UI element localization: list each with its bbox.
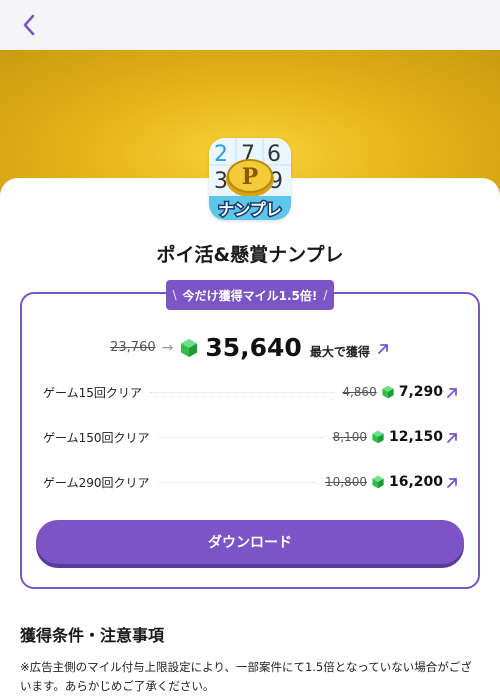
total-reward-row: 23,760 → 35,640 最大で獲得 bbox=[0, 333, 500, 362]
promo-tag-left: \ bbox=[172, 288, 177, 302]
tier-new-value: 12,150 bbox=[388, 429, 443, 445]
svg-text:3: 3 bbox=[214, 169, 228, 194]
arrow-up-right-icon[interactable] bbox=[445, 431, 459, 445]
app-title: ポイ活&懸賞ナンプレ bbox=[156, 244, 344, 266]
promo-tag-text: 今だけ獲得マイル1.5倍! bbox=[182, 288, 318, 303]
new-total-value: 35,640 bbox=[205, 333, 302, 362]
tier-row: ゲーム290回クリア 10,800 16,200 bbox=[43, 470, 459, 494]
tier-label: ゲーム15回クリア bbox=[43, 385, 142, 400]
svg-text:2: 2 bbox=[214, 142, 228, 167]
tier-new-value: 16,200 bbox=[388, 474, 443, 490]
green-gem-icon bbox=[179, 338, 199, 358]
tier-old-value: 4,860 bbox=[342, 385, 377, 399]
arrow-up-right-icon[interactable] bbox=[376, 342, 390, 356]
green-gem-icon bbox=[371, 430, 385, 444]
svg-text:ナンプレ: ナンプレ bbox=[218, 200, 282, 219]
top-bar bbox=[0, 0, 500, 50]
svg-text:6: 6 bbox=[267, 142, 281, 167]
tier-label: ゲーム150回クリア bbox=[43, 430, 150, 445]
tier-label: ゲーム290回クリア bbox=[43, 475, 150, 490]
tier-old-value: 10,800 bbox=[324, 475, 367, 489]
download-button[interactable]: ダウンロード bbox=[36, 520, 464, 564]
dotted-leader bbox=[157, 436, 325, 438]
tier-row: ゲーム15回クリア 4,860 7,290 bbox=[43, 380, 459, 404]
back-button[interactable] bbox=[14, 10, 44, 40]
max-label: 最大で獲得 bbox=[309, 345, 370, 359]
dotted-leader bbox=[157, 481, 317, 483]
chevron-left-icon bbox=[23, 14, 35, 36]
old-total-value: 23,760 bbox=[110, 340, 156, 355]
tier-new-value: 7,290 bbox=[398, 384, 443, 400]
numberplace-app-icon: 2 7 6 3 9 P ナンプレ bbox=[209, 138, 291, 220]
promo-badge: \ 今だけ獲得マイル1.5倍! / bbox=[166, 280, 334, 310]
dotted-leader bbox=[149, 391, 335, 393]
arrow-right-icon: → bbox=[161, 339, 174, 356]
green-gem-icon bbox=[381, 385, 395, 399]
conditions-title: 獲得条件・注意事項 bbox=[20, 626, 165, 645]
tier-row: ゲーム150回クリア 8,100 12,150 bbox=[43, 425, 459, 449]
svg-text:P: P bbox=[242, 164, 259, 190]
green-gem-icon bbox=[371, 475, 385, 489]
arrow-up-right-icon[interactable] bbox=[445, 476, 459, 490]
conditions-notice: ※広告主側のマイル付与上限設定により、一部案件にて1.5倍となっていない場合がご… bbox=[20, 660, 472, 693]
promo-tag-right: / bbox=[323, 288, 328, 302]
tier-old-value: 8,100 bbox=[332, 430, 367, 444]
arrow-up-right-icon[interactable] bbox=[445, 386, 459, 400]
